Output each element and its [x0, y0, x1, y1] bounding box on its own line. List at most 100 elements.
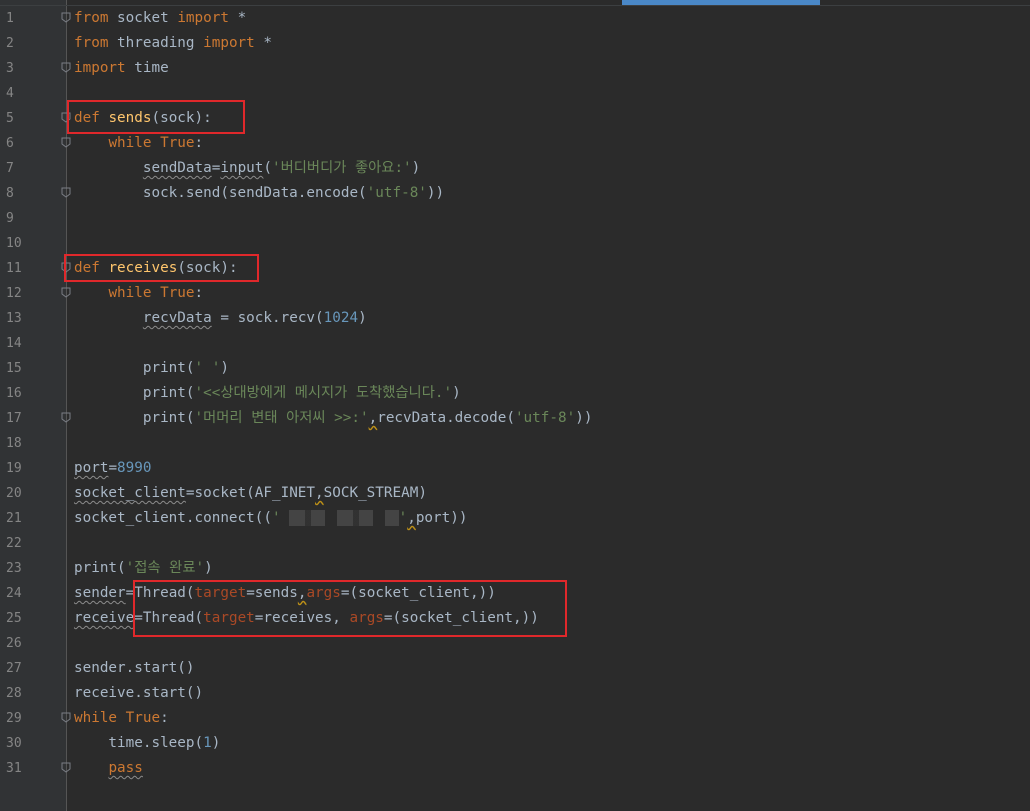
code-line[interactable]: 24 sender=Thread(target=sends,args=(socke…	[0, 581, 1030, 606]
code-text[interactable]: sock.send(sendData.encode('utf-8'))	[74, 181, 444, 206]
code-text[interactable]: sender=Thread(target=sends,args=(socket_…	[74, 581, 496, 606]
code-line[interactable]: 3 import time	[0, 56, 1030, 81]
code-token: =socket(AF_INET	[185, 485, 316, 501]
code-text[interactable]: from threading import *	[74, 31, 272, 56]
code-line[interactable]: 2 from threading import *	[0, 31, 1030, 56]
line-number: 2	[6, 36, 14, 51]
code-text[interactable]: print('<<상대방에게 메시지가 도착했습니다.')	[74, 381, 461, 406]
code-text[interactable]: while True:	[74, 706, 169, 731]
code-token: args	[306, 585, 341, 601]
code-line[interactable]: 7 sendData=input('버디버디가 좋아요:')	[0, 156, 1030, 181]
code-line[interactable]: 15 print(' ')	[0, 356, 1030, 381]
code-line[interactable]: 5 def sends(sock):	[0, 106, 1030, 131]
code-token: (sock):	[151, 110, 212, 126]
fold-marker-icon[interactable]	[61, 137, 71, 148]
code-text[interactable]: def receives(sock):	[74, 256, 238, 281]
code-token: port	[74, 460, 109, 476]
code-text[interactable]: print('머머리 변태 아저씨 >>:',recvData.decode('…	[74, 406, 593, 431]
code-line[interactable]: 25 receive=Thread(target=receives, args=(…	[0, 606, 1030, 631]
code-token: sock.send(sendData.encode(	[74, 185, 367, 201]
code-line[interactable]: 12 while True:	[0, 281, 1030, 306]
code-text[interactable]: import time	[74, 56, 169, 81]
fold-marker-icon[interactable]	[61, 112, 71, 123]
code-line[interactable]: 16 print('<<상대방에게 메시지가 도착했습니다.')	[0, 381, 1030, 406]
code-text[interactable]: while True:	[74, 281, 203, 306]
code-line[interactable]: 30 time.sleep(1)	[0, 731, 1030, 756]
code-text[interactable]: receive=Thread(target=receives, args=(so…	[74, 606, 539, 631]
code-line[interactable]: 23 print('접속 완료')	[0, 556, 1030, 581]
code-text[interactable]: print(' ')	[74, 356, 229, 381]
code-text[interactable]: def sends(sock):	[74, 106, 212, 131]
line-number: 12	[6, 286, 22, 301]
line-number: 24	[6, 586, 22, 601]
fold-marker-icon[interactable]	[61, 412, 71, 423]
code-line[interactable]: 13 recvData = sock.recv(1024)	[0, 306, 1030, 331]
code-line[interactable]: 1 from socket import *	[0, 6, 1030, 31]
scroll-position-indicator[interactable]	[622, 0, 820, 5]
code-text[interactable]: sender.start()	[74, 656, 195, 681]
code-text[interactable]: socket_client=socket(AF_INET,SOCK_STREAM…	[74, 481, 427, 506]
code-token: 'utf-8'	[514, 410, 576, 426]
code-token: ' '	[194, 360, 221, 376]
code-line[interactable]: 26	[0, 631, 1030, 656]
code-line[interactable]: 18	[0, 431, 1030, 456]
code-line[interactable]: 17 print('머머리 변태 아저씨 >>:',recvData.decod…	[0, 406, 1030, 431]
code-editor[interactable]: 1 from socket import * 2 from threading imp…	[0, 0, 1030, 811]
code-token: True	[160, 285, 195, 301]
code-token: port))	[415, 510, 468, 526]
code-token: ,	[407, 510, 416, 526]
code-line[interactable]: 27 sender.start()	[0, 656, 1030, 681]
fold-marker-icon[interactable]	[61, 187, 71, 198]
code-line[interactable]: 19 port=8990	[0, 456, 1030, 481]
code-token: receive.start()	[74, 685, 204, 701]
code-token: target	[194, 585, 247, 601]
code-token: =receives,	[254, 610, 350, 626]
code-line[interactable]: 9	[0, 206, 1030, 231]
code-line[interactable]: 31 pass	[0, 756, 1030, 781]
code-token: print(	[74, 560, 126, 576]
code-line[interactable]: 22	[0, 531, 1030, 556]
line-number: 31	[6, 761, 22, 776]
fold-marker-icon[interactable]	[61, 62, 71, 73]
code-line[interactable]: 21 socket_client.connect((' ',port))	[0, 506, 1030, 531]
code-token: =	[108, 460, 118, 476]
code-token: =Thread(	[134, 610, 204, 626]
code-text[interactable]: recvData = sock.recv(1024)	[74, 306, 367, 331]
code-token: from	[74, 35, 109, 51]
line-number: 6	[6, 136, 14, 151]
code-token: ))	[426, 185, 445, 201]
code-line[interactable]: 14	[0, 331, 1030, 356]
code-line[interactable]: 29 while True:	[0, 706, 1030, 731]
code-token: receive	[74, 610, 135, 626]
code-token: =(socket_client,))	[383, 610, 539, 626]
code-line[interactable]: 28 receive.start()	[0, 681, 1030, 706]
code-text[interactable]: pass	[74, 756, 142, 781]
code-token: =Thread(	[125, 585, 195, 601]
code-text[interactable]: from socket import *	[74, 6, 246, 31]
fold-marker-icon[interactable]	[61, 12, 71, 23]
fold-marker-icon[interactable]	[61, 262, 71, 273]
code-line[interactable]: 10	[0, 231, 1030, 256]
code-line[interactable]: 20 socket_client=socket(AF_INET,SOCK_STRE…	[0, 481, 1030, 506]
code-text[interactable]: socket_client.connect((' ',port))	[74, 506, 467, 531]
fold-marker-icon[interactable]	[61, 762, 71, 773]
code-text[interactable]: port=8990	[74, 456, 151, 481]
code-text[interactable]: while True:	[74, 131, 203, 156]
code-token: =sends	[246, 585, 298, 601]
code-line[interactable]: 6 while True:	[0, 131, 1030, 156]
code-token: '버디버디가 좋아요:'	[272, 160, 412, 176]
line-number: 18	[6, 436, 22, 451]
code-text[interactable]: receive.start()	[74, 681, 203, 706]
code-line[interactable]: 8 sock.send(sendData.encode('utf-8'))	[0, 181, 1030, 206]
code-line[interactable]: 4	[0, 81, 1030, 106]
code-line[interactable]: 11 def receives(sock):	[0, 256, 1030, 281]
fold-marker-icon[interactable]	[61, 712, 71, 723]
code-text[interactable]: print('접속 완료')	[74, 556, 213, 581]
code-text[interactable]: sendData=input('버디버디가 좋아요:')	[74, 156, 420, 181]
code-text[interactable]: time.sleep(1)	[74, 731, 220, 756]
fold-marker-icon[interactable]	[61, 287, 71, 298]
